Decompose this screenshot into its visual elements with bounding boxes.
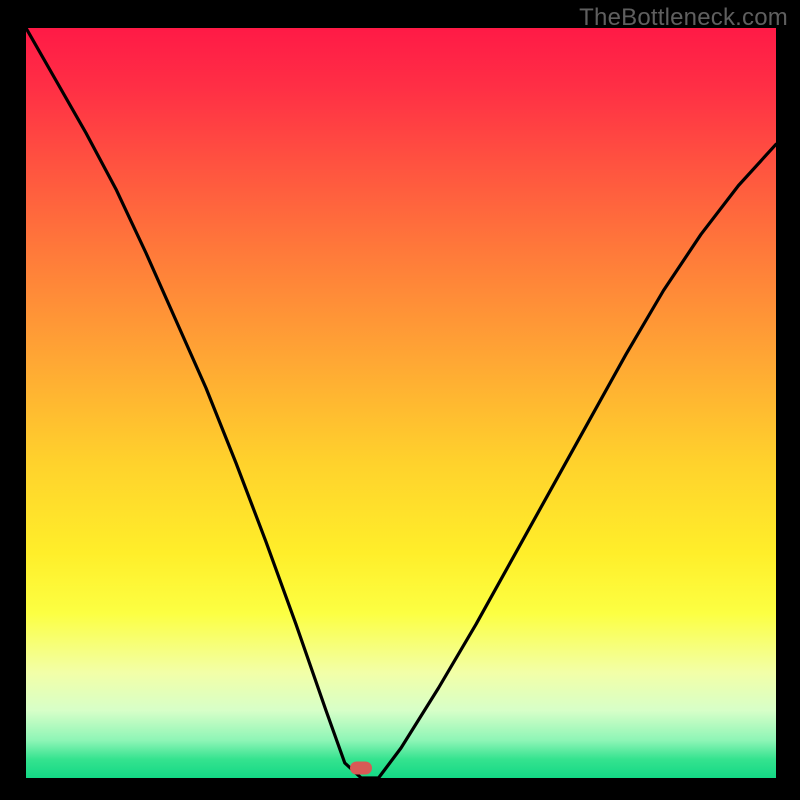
plot-area xyxy=(26,28,776,778)
chart-frame: TheBottleneck.com xyxy=(0,0,800,800)
bottleneck-curve xyxy=(26,28,776,778)
curve-svg xyxy=(26,28,776,778)
minimum-marker xyxy=(350,761,372,774)
watermark-text: TheBottleneck.com xyxy=(579,4,788,32)
